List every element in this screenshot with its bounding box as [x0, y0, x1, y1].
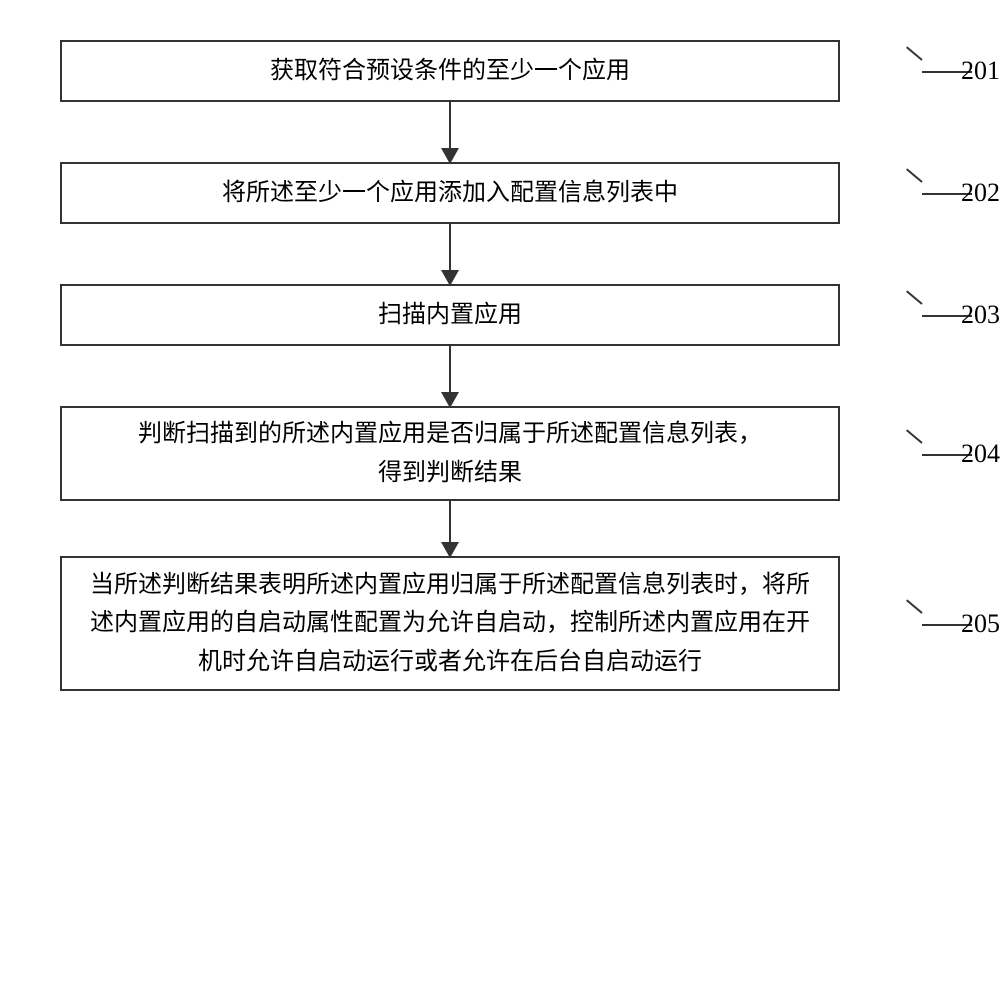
label-lead-tick — [906, 599, 923, 613]
step-box: 当所述判断结果表明所述内置应用归属于所述配置信息列表时，将所述内置应用的自启动属… — [60, 556, 840, 691]
step-4: 判断扫描到的所述内置应用是否归属于所述配置信息列表， 得到判断结果 204 — [60, 406, 940, 501]
step-box: 将所述至少一个应用添加入配置信息列表中 — [60, 162, 840, 224]
step-text: 获取符合预设条件的至少一个应用 — [270, 52, 630, 90]
step-label: 205 — [961, 609, 1000, 639]
label-lead-tick — [906, 168, 923, 182]
arrow — [449, 501, 451, 556]
step-label: 203 — [961, 300, 1000, 330]
label-lead-tick — [906, 290, 923, 304]
arrow — [449, 224, 451, 284]
step-text: 判断扫描到的所述内置应用是否归属于所述配置信息列表， 得到判断结果 — [138, 415, 762, 492]
step-5: 当所述判断结果表明所述内置应用归属于所述配置信息列表时，将所述内置应用的自启动属… — [60, 556, 940, 691]
flowchart: 获取符合预设条件的至少一个应用 201 将所述至少一个应用添加入配置信息列表中 … — [60, 40, 940, 691]
step-text: 扫描内置应用 — [378, 296, 522, 334]
step-3: 扫描内置应用 203 — [60, 284, 940, 346]
arrow — [449, 346, 451, 406]
step-2: 将所述至少一个应用添加入配置信息列表中 202 — [60, 162, 940, 224]
step-label: 202 — [961, 178, 1000, 208]
label-lead-tick — [906, 46, 923, 60]
arrow — [449, 102, 451, 162]
step-text: 将所述至少一个应用添加入配置信息列表中 — [222, 174, 678, 212]
step-label: 201 — [961, 56, 1000, 86]
step-text: 当所述判断结果表明所述内置应用归属于所述配置信息列表时，将所述内置应用的自启动属… — [82, 566, 818, 681]
step-label: 204 — [961, 439, 1000, 469]
step-box: 获取符合预设条件的至少一个应用 — [60, 40, 840, 102]
label-lead-tick — [906, 429, 923, 443]
step-box: 扫描内置应用 — [60, 284, 840, 346]
step-box: 判断扫描到的所述内置应用是否归属于所述配置信息列表， 得到判断结果 — [60, 406, 840, 501]
step-1: 获取符合预设条件的至少一个应用 201 — [60, 40, 940, 102]
